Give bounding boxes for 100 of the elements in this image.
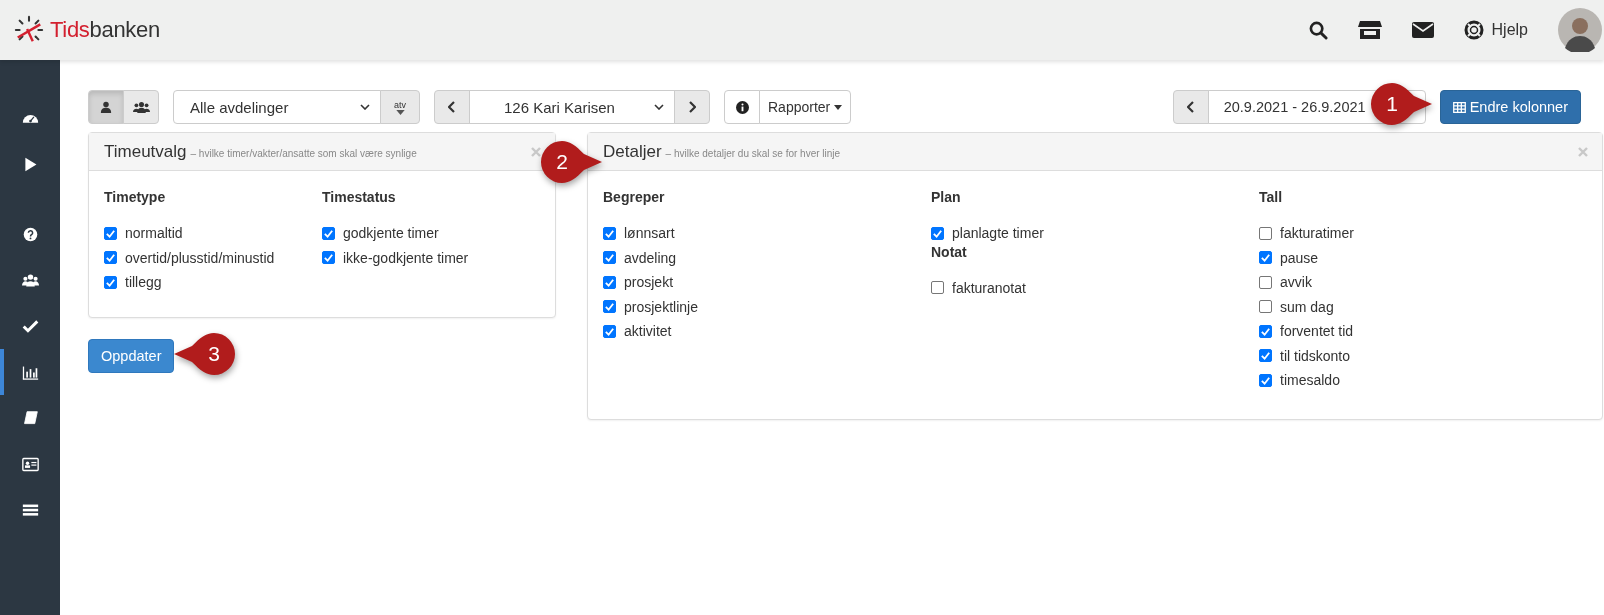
previous-button[interactable] <box>434 90 470 124</box>
checkbox[interactable] <box>1259 373 1272 387</box>
single-user-toggle[interactable] <box>88 90 124 124</box>
lifebuoy-icon <box>1463 20 1484 40</box>
checkbox[interactable] <box>1259 226 1272 240</box>
avatar-icon[interactable] <box>1558 8 1602 52</box>
mail-icon[interactable] <box>1411 22 1434 38</box>
previous-week-button[interactable] <box>1172 90 1209 124</box>
checkbox-label: avvik <box>1280 274 1312 291</box>
info-button[interactable] <box>724 90 760 124</box>
shop-icon[interactable] <box>1357 20 1382 40</box>
group-heading: Tall <box>1259 189 1284 205</box>
update-button[interactable]: Oppdater <box>88 339 175 373</box>
check-icon <box>105 227 116 239</box>
check-icon <box>323 227 334 239</box>
checkbox[interactable] <box>1259 324 1272 338</box>
employee-select[interactable]: 126 Kari Karisen <box>469 90 675 124</box>
user-icon <box>100 101 112 113</box>
panel-subtitle: – hvilke detaljer du skal se for hver linje <box>665 147 841 159</box>
chevron-down-icon <box>360 104 370 110</box>
step-marker: 3 <box>172 330 238 378</box>
checkbox-label: planlagte timer <box>952 225 1044 242</box>
chevron-right-icon <box>688 101 696 113</box>
checkbox[interactable] <box>104 226 117 240</box>
chevron-left-icon <box>448 101 456 113</box>
check-icon <box>1260 374 1271 386</box>
checkbox-label: godkjente timer <box>343 225 439 242</box>
check-icon <box>604 301 615 313</box>
checkbox-label: overtid/plusstid/minustid <box>125 249 275 266</box>
check-icon <box>604 227 615 239</box>
checkbox[interactable] <box>603 324 616 338</box>
checkbox-label: til tidskonto <box>1280 347 1351 364</box>
group-heading: Plan <box>931 189 962 205</box>
group-toggle[interactable] <box>123 90 159 124</box>
checkbox-label: timesaldo <box>1280 372 1340 389</box>
checkbox-label: fakturanotat <box>952 279 1026 296</box>
panel-title: Timeutvalg <box>104 141 187 162</box>
check-icon <box>1260 350 1271 362</box>
checkbox-label: aktivitet <box>624 323 672 340</box>
reports-dropdown[interactable]: Rapporter <box>759 90 852 124</box>
help-link[interactable]: Hjelp <box>1463 20 1528 40</box>
checkbox-label: avdeling <box>624 249 677 266</box>
checkbox[interactable] <box>1259 349 1272 363</box>
next-button[interactable] <box>674 90 710 124</box>
checkbox[interactable] <box>603 251 616 265</box>
users-icon <box>21 271 39 289</box>
checkbox[interactable] <box>931 281 944 295</box>
help-icon <box>21 225 39 243</box>
checkbox[interactable] <box>1259 300 1272 314</box>
checkbox[interactable] <box>104 251 117 265</box>
checkbox-label: prosjektlinje <box>624 298 698 315</box>
check-icon <box>604 325 615 337</box>
check-icon <box>323 252 334 264</box>
table-icon <box>1452 101 1466 113</box>
check-icon <box>105 276 116 288</box>
checkbox[interactable] <box>603 275 616 289</box>
department-select[interactable]: Alle avdelinger <box>173 90 381 124</box>
check-icon <box>604 276 615 288</box>
change-columns-button[interactable]: Endre kolonner <box>1439 90 1581 124</box>
chevron-left-icon <box>1186 101 1195 113</box>
panel-subtitle: – hvilke timer/vakter/ansatte som skal være synlige <box>190 147 417 159</box>
checkbox-label: fakturatimer <box>1280 225 1354 242</box>
chevron-down-icon <box>654 104 664 110</box>
checkbox[interactable] <box>1259 251 1272 265</box>
check-icon <box>1260 325 1271 337</box>
id-card-icon <box>21 455 39 473</box>
checkbox-label: lønnsart <box>624 225 675 242</box>
checkbox[interactable] <box>1259 275 1272 289</box>
group-heading: Notat <box>931 243 968 260</box>
checkbox[interactable] <box>603 226 616 240</box>
checkbox-label: ikke-godkjente timer <box>343 249 469 266</box>
search-icon[interactable] <box>1308 20 1328 40</box>
book-icon <box>21 409 39 427</box>
brand-name: Tidsbanken <box>50 17 160 43</box>
caret-icon <box>395 109 405 115</box>
info-icon <box>735 100 749 114</box>
checkbox-label: tillegg <box>125 274 162 291</box>
checkbox[interactable] <box>931 226 944 240</box>
checkbox[interactable] <box>322 226 335 240</box>
group-heading: Begreper <box>603 189 666 205</box>
users-icon <box>132 100 150 114</box>
check-icon <box>1260 252 1271 264</box>
step-marker: 2 <box>538 138 604 186</box>
checkbox[interactable] <box>322 251 335 265</box>
checkbox[interactable] <box>603 300 616 314</box>
check-icon <box>604 252 615 264</box>
step-marker: 1 <box>1368 80 1434 128</box>
checkbox-label: normaltid <box>125 225 183 242</box>
atv-button[interactable]: atv <box>380 90 420 124</box>
checkbox-label: pause <box>1280 249 1319 266</box>
checkbox-label: forventet tid <box>1280 323 1354 340</box>
checkbox[interactable] <box>104 275 117 289</box>
checkbox-label: prosjekt <box>624 274 674 291</box>
group-heading: Timetype <box>104 189 167 205</box>
check-icon <box>105 252 116 264</box>
group-heading: Timestatus <box>322 189 397 205</box>
caret-icon <box>834 104 843 110</box>
check-icon <box>932 227 943 239</box>
checkbox-label: sum dag <box>1280 298 1334 315</box>
panel-title: Detaljer <box>603 141 662 162</box>
